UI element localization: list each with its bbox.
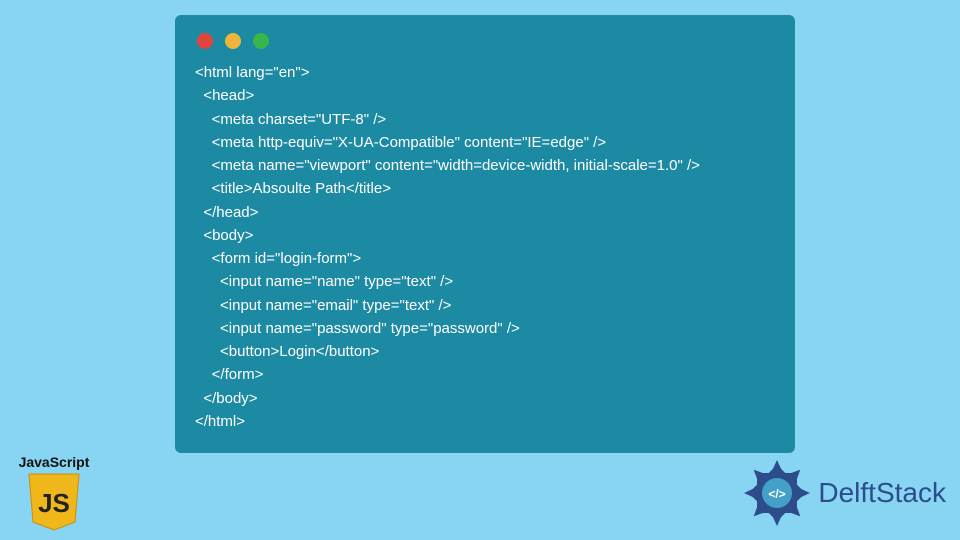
code-snippet: <html lang="en"> <head> <meta charset="U… (195, 61, 775, 433)
close-icon (197, 33, 213, 49)
svg-text:</>: </> (769, 487, 786, 501)
delftstack-brand: </> DelftStack (740, 456, 946, 530)
code-window: <html lang="en"> <head> <meta charset="U… (175, 15, 795, 453)
window-controls (197, 33, 775, 49)
maximize-icon (253, 33, 269, 49)
delftstack-name: DelftStack (818, 477, 946, 509)
minimize-icon (225, 33, 241, 49)
javascript-logo-icon: JS (27, 472, 81, 532)
js-logo-text: JS (38, 488, 70, 518)
delftstack-logo-icon: </> (740, 456, 814, 530)
javascript-badge: JavaScript JS (14, 454, 94, 532)
javascript-label: JavaScript (14, 454, 94, 470)
